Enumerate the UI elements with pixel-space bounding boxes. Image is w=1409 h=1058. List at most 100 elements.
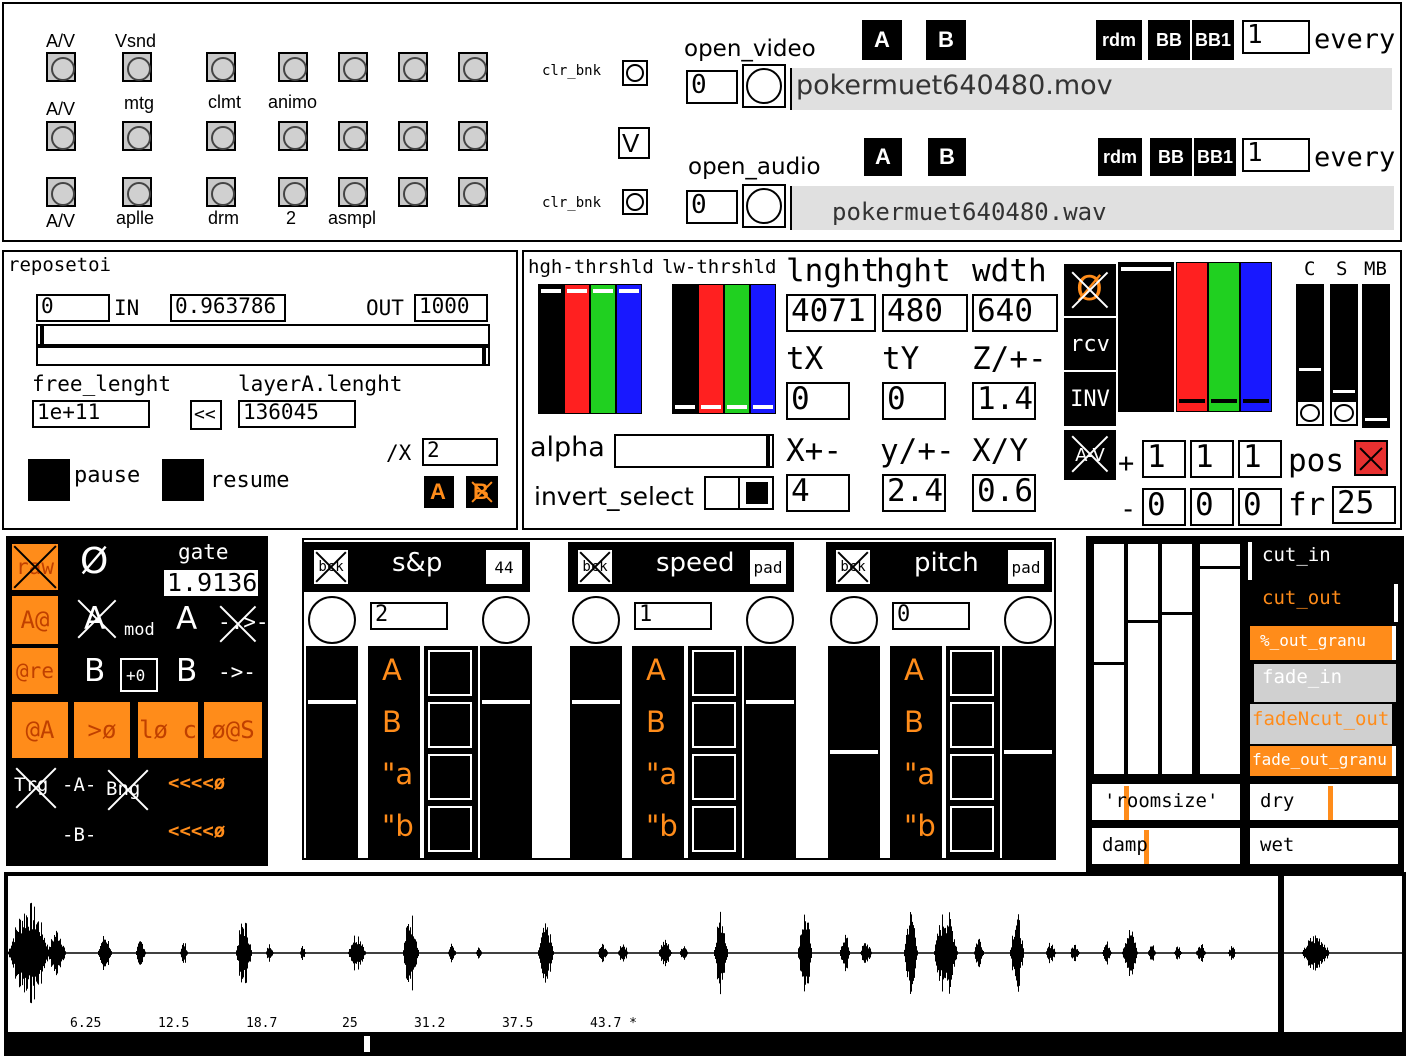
hght-number[interactable]: 480 bbox=[882, 294, 968, 332]
audio-rdm-button[interactable]: rdm bbox=[1098, 138, 1142, 176]
color-slider[interactable] bbox=[538, 284, 564, 414]
audio-bb1-button[interactable]: BB1 bbox=[1194, 138, 1236, 176]
out-number-box[interactable]: 1000 bbox=[414, 294, 488, 322]
slider-handle[interactable] bbox=[1004, 750, 1052, 754]
lnght-number[interactable]: 4071 bbox=[786, 294, 876, 332]
player-cue-label[interactable]: B bbox=[904, 708, 924, 737]
color-slider[interactable] bbox=[750, 284, 776, 414]
inv-button[interactable]: INV bbox=[1064, 372, 1116, 426]
video-rdm-button[interactable]: rdm bbox=[1096, 20, 1142, 60]
x-over-y-number[interactable]: 0.6 bbox=[972, 474, 1036, 512]
resume-bang[interactable] bbox=[162, 459, 204, 501]
player-cue-label[interactable]: B bbox=[382, 708, 402, 737]
clr-bnk-bang[interactable] bbox=[622, 60, 648, 86]
color-slider-handle[interactable] bbox=[727, 405, 747, 409]
color-slider-handle[interactable] bbox=[753, 405, 773, 409]
color-level-handle[interactable] bbox=[1179, 399, 1205, 403]
player-right-slider[interactable] bbox=[1002, 646, 1054, 858]
slider-handle[interactable] bbox=[830, 750, 878, 754]
toggle[interactable] bbox=[206, 121, 236, 151]
player-left-bang[interactable] bbox=[308, 596, 356, 644]
player-left-slider[interactable] bbox=[306, 646, 358, 858]
toggle[interactable] bbox=[458, 121, 488, 151]
ty-number[interactable]: 0 bbox=[882, 382, 946, 420]
s-bang[interactable] bbox=[1330, 400, 1358, 426]
toggle[interactable] bbox=[122, 177, 152, 207]
mb-slider[interactable] bbox=[1362, 284, 1390, 428]
player-tag-button[interactable]: 44 bbox=[486, 550, 522, 584]
video-bb1-button[interactable]: BB1 bbox=[1192, 20, 1234, 60]
slider-handle[interactable] bbox=[482, 700, 530, 704]
open-audio-bang[interactable] bbox=[742, 184, 786, 228]
color-level-handle[interactable] bbox=[1211, 399, 1237, 403]
alpha-handle[interactable] bbox=[766, 436, 770, 466]
dry-handle[interactable] bbox=[1328, 786, 1333, 820]
toggle[interactable] bbox=[278, 52, 308, 82]
minus-2-number[interactable]: 0 bbox=[1190, 488, 1234, 526]
in-out-range-slider[interactable] bbox=[36, 324, 490, 346]
minus-1-number[interactable]: 0 bbox=[1142, 488, 1186, 526]
toggle[interactable] bbox=[458, 52, 488, 82]
position-slider[interactable] bbox=[36, 346, 490, 366]
minus-3-number[interactable]: 0 bbox=[1238, 488, 1282, 526]
free-lenght-number[interactable]: 1e+11 bbox=[32, 400, 150, 428]
tx-number[interactable]: 0 bbox=[786, 382, 850, 420]
rcv-button[interactable]: rcv bbox=[1064, 318, 1116, 370]
color-slider[interactable] bbox=[590, 284, 616, 414]
player-cue-toggle[interactable] bbox=[428, 754, 472, 800]
reverse-b-label[interactable]: <<<<ø bbox=[168, 822, 225, 841]
color-level-slider[interactable] bbox=[1118, 262, 1174, 412]
pause-bang[interactable] bbox=[28, 459, 70, 501]
color-slider[interactable] bbox=[698, 284, 724, 414]
wdth-number[interactable]: 640 bbox=[972, 294, 1058, 332]
open-video-bang[interactable] bbox=[742, 64, 786, 108]
arrow-label[interactable]: ->- bbox=[218, 662, 256, 683]
player-cue-label[interactable]: "b bbox=[904, 812, 936, 841]
c-bang[interactable] bbox=[1296, 400, 1324, 426]
color-slider-handle[interactable] bbox=[675, 405, 695, 409]
audio-b-button[interactable]: B bbox=[928, 138, 966, 176]
a-at-button[interactable]: A@ bbox=[12, 596, 58, 644]
toggle[interactable] bbox=[122, 52, 152, 82]
player-right-slider[interactable] bbox=[744, 646, 796, 858]
player-left-slider[interactable] bbox=[828, 646, 880, 858]
video-bb-button[interactable]: BB bbox=[1148, 20, 1190, 60]
player-left-bang[interactable] bbox=[830, 596, 878, 644]
color-slider-handle[interactable] bbox=[593, 289, 613, 293]
mix-slider-4[interactable] bbox=[1198, 542, 1242, 776]
player-cue-toggle[interactable] bbox=[428, 806, 472, 852]
player-cue-toggle[interactable] bbox=[692, 650, 736, 696]
toggle[interactable] bbox=[46, 52, 76, 82]
divide-number[interactable]: 2 bbox=[422, 438, 498, 466]
color-slider[interactable] bbox=[616, 284, 642, 414]
color-level-slider[interactable] bbox=[1208, 262, 1240, 412]
player-cue-toggle[interactable] bbox=[428, 650, 472, 696]
plus-2-number[interactable]: 1 bbox=[1190, 440, 1234, 478]
to-zero-button[interactable]: >ø bbox=[74, 702, 130, 758]
toggle[interactable] bbox=[206, 52, 236, 82]
c-slider[interactable] bbox=[1296, 284, 1324, 400]
player-cue-label[interactable]: "a bbox=[646, 760, 677, 789]
color-slider-handle[interactable] bbox=[541, 289, 561, 293]
x-pm-number[interactable]: 4 bbox=[786, 474, 850, 512]
alpha-slider[interactable] bbox=[614, 434, 774, 468]
player-cue-toggle[interactable] bbox=[950, 806, 994, 852]
toggle[interactable] bbox=[338, 177, 368, 207]
at-a-button[interactable]: @A bbox=[12, 702, 68, 758]
z-number[interactable]: 1.4 bbox=[972, 382, 1036, 420]
player-right-slider[interactable] bbox=[480, 646, 532, 858]
player-cue-toggle[interactable] bbox=[950, 650, 994, 696]
player-cue-label[interactable]: B bbox=[646, 708, 666, 737]
video-number-box[interactable]: 0 bbox=[686, 70, 738, 104]
toggle[interactable] bbox=[46, 121, 76, 151]
toggle[interactable] bbox=[206, 177, 236, 207]
player-number-box[interactable]: 1 bbox=[634, 602, 712, 630]
color-slider-handle[interactable] bbox=[619, 289, 639, 293]
position-handle[interactable] bbox=[482, 348, 486, 364]
layer-lenght-number[interactable]: 136045 bbox=[238, 400, 356, 428]
clr-bnk-bang[interactable] bbox=[622, 189, 648, 215]
color-slider-handle[interactable] bbox=[701, 405, 721, 409]
plus-3-number[interactable]: 1 bbox=[1238, 440, 1282, 478]
layer-a-right-label[interactable]: A bbox=[176, 604, 197, 635]
player-number-box[interactable]: 2 bbox=[370, 602, 448, 630]
